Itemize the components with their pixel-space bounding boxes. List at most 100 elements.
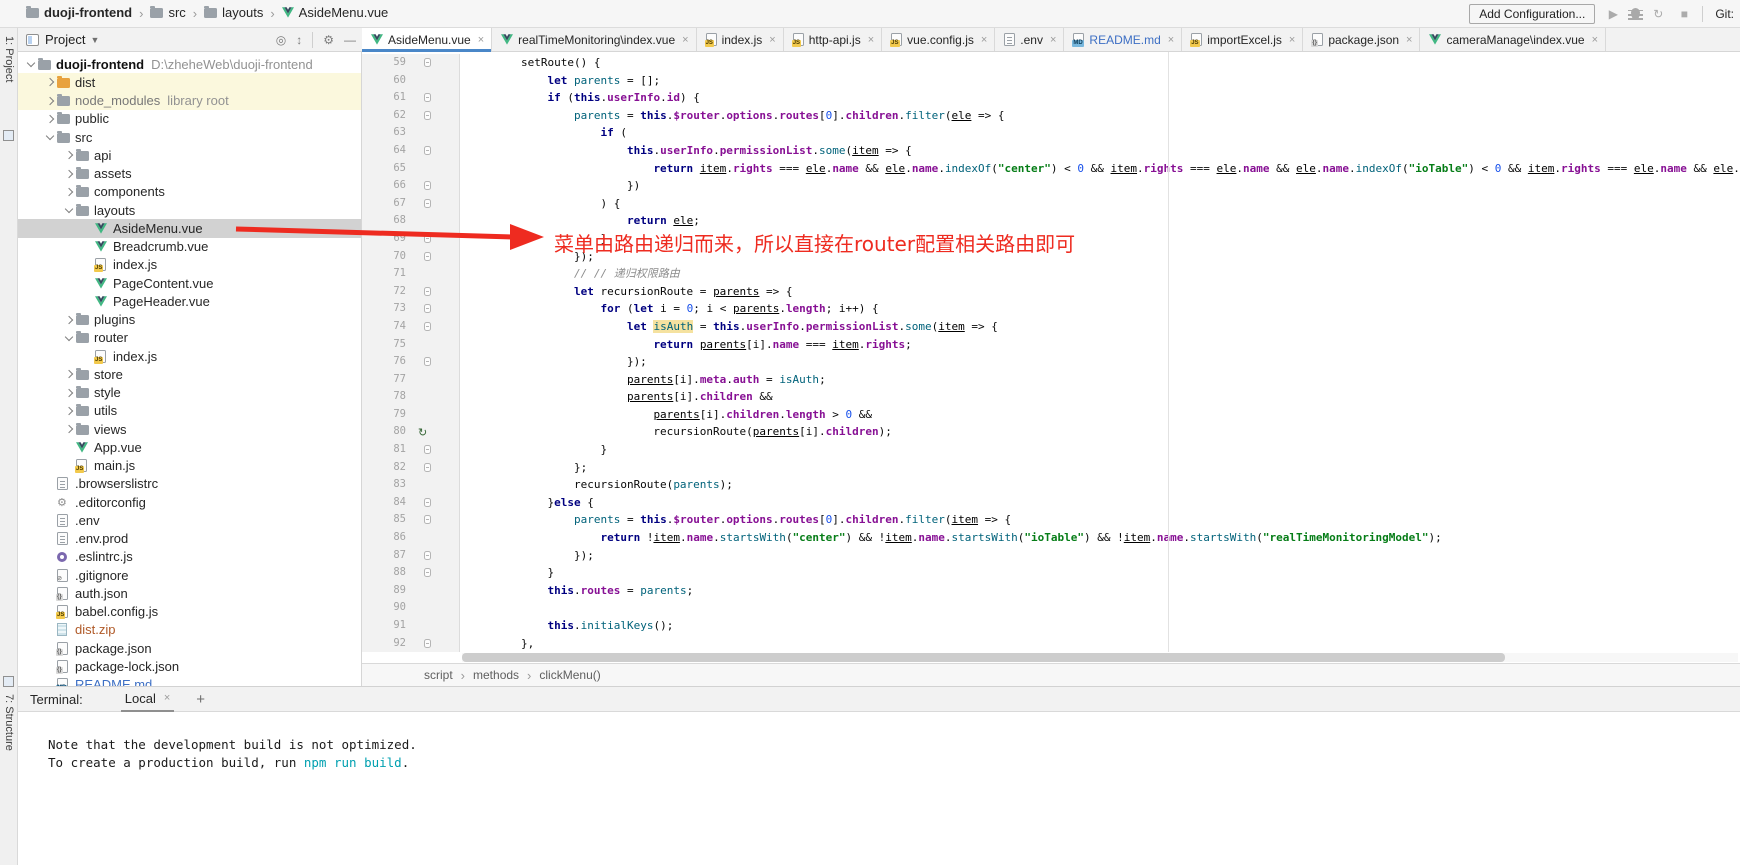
code-line[interactable]: 77 parents[i].meta.auth = isAuth;: [362, 371, 1740, 389]
fold-marker-icon[interactable]: [424, 252, 431, 261]
editor-tab[interactable]: realTimeMonitoring\index.vue×: [492, 28, 696, 51]
close-icon[interactable]: ×: [1406, 34, 1412, 46]
horizontal-scrollbar[interactable]: [462, 653, 1738, 662]
code-line[interactable]: 71 // // 递归权限路由: [362, 265, 1740, 283]
bookmark-icon[interactable]: [3, 130, 14, 141]
editor-tab[interactable]: cameraManage\index.vue×: [1420, 28, 1606, 51]
fold-marker-icon[interactable]: [424, 551, 431, 560]
new-terminal-icon[interactable]: +: [196, 691, 205, 708]
tree-item-.env.prod[interactable]: .env.prod: [18, 530, 361, 548]
code-line[interactable]: 68 return ele;: [362, 212, 1740, 230]
chevron-right-icon[interactable]: [62, 386, 76, 400]
fold-marker-icon[interactable]: [424, 93, 431, 102]
code-line[interactable]: 83 recursionRoute(parents);: [362, 476, 1740, 494]
breadcrumb-item[interactable]: src: [150, 5, 185, 20]
code-line[interactable]: 60 let parents = [];: [362, 72, 1740, 90]
tree-item-PageContent.vue[interactable]: PageContent.vue: [18, 274, 361, 292]
tree-item-.browserslistrc[interactable]: .browserslistrc: [18, 475, 361, 493]
fold-marker-icon[interactable]: [424, 322, 431, 331]
hide-panel-icon[interactable]: —: [344, 33, 356, 47]
tree-item-dist[interactable]: dist: [18, 73, 361, 91]
code-line[interactable]: 78 parents[i].children &&: [362, 388, 1740, 406]
editor-tab[interactable]: JSimportExcel.js×: [1182, 28, 1303, 51]
fold-marker-icon[interactable]: [424, 357, 431, 366]
code-line[interactable]: 90: [362, 599, 1740, 617]
tree-item-duoji-frontend[interactable]: duoji-frontendD:\zheheWeb\duoji-frontend: [18, 55, 361, 73]
editor-tab[interactable]: JSvue.config.js×: [882, 28, 995, 51]
fold-marker-icon[interactable]: [424, 146, 431, 155]
editor-tab[interactable]: MDREADME.md×: [1064, 28, 1182, 51]
tree-item-store[interactable]: store: [18, 365, 361, 383]
code-line[interactable]: 64 this.userInfo.permissionList.some(ite…: [362, 142, 1740, 160]
tree-item-src[interactable]: src: [18, 128, 361, 146]
locate-file-icon[interactable]: ◎: [276, 33, 286, 47]
chevron-right-icon[interactable]: [62, 367, 76, 381]
fold-marker-icon[interactable]: [424, 181, 431, 190]
fold-marker-icon[interactable]: [424, 498, 431, 507]
code-line[interactable]: 74 let isAuth = this.userInfo.permission…: [362, 318, 1740, 336]
tree-item-AsideMenu.vue[interactable]: AsideMenu.vue: [18, 219, 361, 237]
code-line[interactable]: 89 this.routes = parents;: [362, 582, 1740, 600]
debug-icon[interactable]: [1631, 8, 1640, 20]
editor-tab[interactable]: .env×: [995, 28, 1064, 51]
tree-item-layouts[interactable]: layouts: [18, 201, 361, 219]
tree-item-App.vue[interactable]: App.vue: [18, 438, 361, 456]
editor-tab[interactable]: AsideMenu.vue×: [362, 28, 492, 51]
editor-tab[interactable]: JSindex.js×: [697, 28, 784, 51]
tree-item-dist.zip[interactable]: dist.zip: [18, 621, 361, 639]
tree-item-views[interactable]: views: [18, 420, 361, 438]
fold-marker-icon[interactable]: [424, 515, 431, 524]
chevron-right-icon[interactable]: [62, 167, 76, 181]
fold-marker-icon[interactable]: [424, 639, 431, 648]
code-line[interactable]: 73 for (let i = 0; i < parents.length; i…: [362, 300, 1740, 318]
tree-item-README.md[interactable]: MDREADME.md: [18, 676, 361, 687]
editor-tab[interactable]: JShttp-api.js×: [784, 28, 882, 51]
fold-marker-icon[interactable]: [424, 463, 431, 472]
fold-marker-icon[interactable]: [424, 234, 431, 243]
tree-item-utils[interactable]: utils: [18, 402, 361, 420]
scrollbar-thumb[interactable]: [462, 653, 1505, 662]
code-line[interactable]: 84 }else {: [362, 494, 1740, 512]
editor-breadcrumb-item[interactable]: script: [424, 668, 453, 682]
code-line[interactable]: 67 ) {: [362, 195, 1740, 213]
fold-marker-icon[interactable]: [424, 199, 431, 208]
code-line[interactable]: 80↻ recursionRoute(parents[i].children);: [362, 423, 1740, 441]
code-line[interactable]: 91 this.initialKeys();: [362, 617, 1740, 635]
tree-item-Breadcrumb.vue[interactable]: Breadcrumb.vue: [18, 238, 361, 256]
terminal-tab-local[interactable]: Local ×: [121, 687, 175, 712]
chevron-down-icon[interactable]: [62, 203, 76, 217]
close-icon[interactable]: ×: [164, 692, 170, 704]
code-line[interactable]: 70 });: [362, 248, 1740, 266]
tree-item-.env[interactable]: .env: [18, 511, 361, 529]
chevron-down-icon[interactable]: ▼: [90, 35, 99, 45]
tree-item-babel.config.js[interactable]: JSbabel.config.js: [18, 603, 361, 621]
close-icon[interactable]: ×: [1289, 34, 1295, 46]
tree-item-components[interactable]: components: [18, 183, 361, 201]
editor-breadcrumb-item[interactable]: methods: [473, 668, 519, 682]
code-line[interactable]: 81 }: [362, 441, 1740, 459]
close-icon[interactable]: ×: [1592, 34, 1598, 46]
code-line[interactable]: 59 setRoute() {: [362, 54, 1740, 72]
code-line[interactable]: 62 parents = this.$router.options.routes…: [362, 107, 1740, 125]
tree-item-package.json[interactable]: {}package.json: [18, 639, 361, 657]
chevron-down-icon[interactable]: [43, 130, 57, 144]
run-icon[interactable]: ▶: [1605, 7, 1621, 21]
code-line[interactable]: 75 return parents[i].name === item.right…: [362, 336, 1740, 354]
git-branch-label[interactable]: Git:: [1715, 7, 1734, 21]
chevron-right-icon[interactable]: [62, 422, 76, 436]
gear-icon[interactable]: ⚙: [323, 33, 334, 47]
tree-item-public[interactable]: public: [18, 110, 361, 128]
tree-item-assets[interactable]: assets: [18, 165, 361, 183]
close-icon[interactable]: ×: [981, 34, 987, 46]
chevron-right-icon[interactable]: [43, 94, 57, 108]
close-icon[interactable]: ×: [478, 34, 484, 46]
breadcrumb-item[interactable]: AsideMenu.vue: [282, 5, 389, 20]
chevron-down-icon[interactable]: [24, 57, 38, 71]
tree-item-.editorconfig[interactable]: ⚙.editorconfig: [18, 493, 361, 511]
chevron-right-icon[interactable]: [62, 313, 76, 327]
chevron-right-icon[interactable]: [62, 404, 76, 418]
fold-marker-icon[interactable]: [424, 58, 431, 67]
tree-item-.eslintrc.js[interactable]: .eslintrc.js: [18, 548, 361, 566]
collapse-all-icon[interactable]: ↕: [296, 33, 302, 47]
fold-marker-icon[interactable]: [424, 445, 431, 454]
